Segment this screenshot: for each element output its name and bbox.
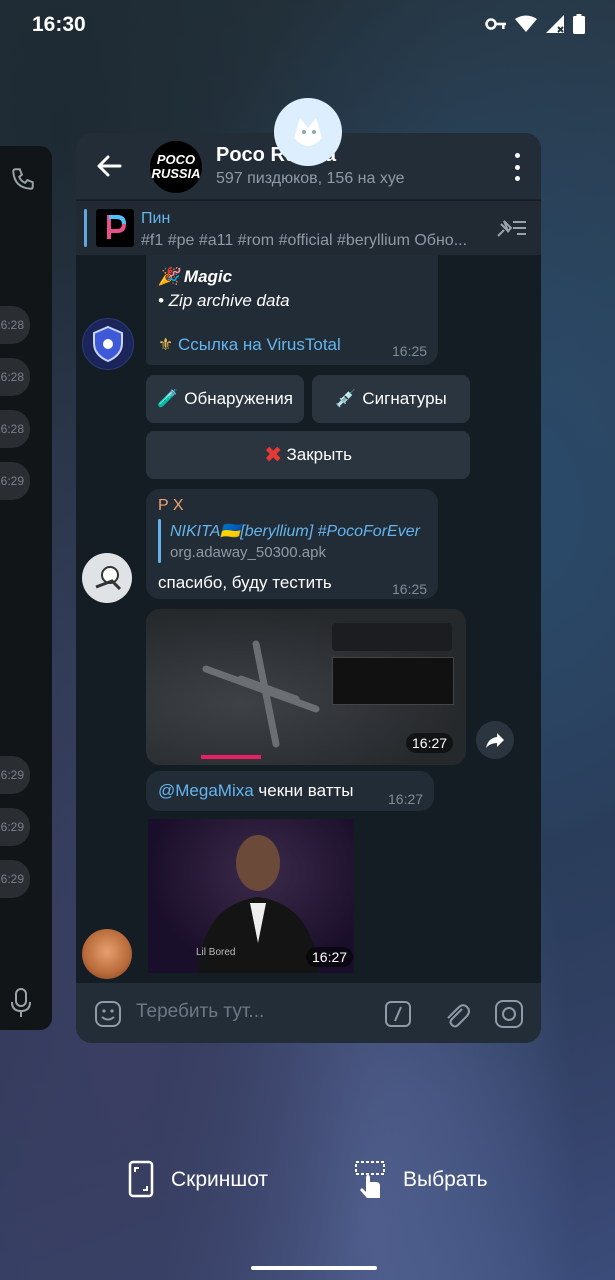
share-arrow-icon — [486, 733, 504, 748]
select-button[interactable]: Выбрать — [403, 1168, 488, 1192]
cross-icon: ✖ — [264, 442, 283, 467]
channel-avatar[interactable]: POCO RUSSIA — [150, 141, 202, 193]
left-time-4: 16:29 — [0, 462, 30, 500]
avatar-line1: POCO — [156, 152, 196, 167]
battery-icon — [573, 14, 585, 34]
video-time: 16:27 — [406, 733, 454, 753]
pin-text: #f1 #pe #a11 #rom #official #beryllium О… — [141, 232, 468, 249]
message-time: 16:27 — [388, 791, 424, 807]
screenshot-icon[interactable] — [128, 1160, 154, 1203]
wifi-icon — [515, 15, 537, 32]
vpn-key-icon — [485, 18, 506, 30]
video-message[interactable]: 16:27 — [146, 609, 466, 765]
status-time: 16:30 — [32, 13, 86, 36]
microphone-icon[interactable] — [10, 988, 32, 1018]
user-avatar[interactable] — [82, 553, 132, 603]
cat-avatar[interactable] — [82, 929, 132, 979]
video-progress — [201, 755, 261, 759]
message-time: 16:25 — [392, 581, 428, 597]
status-icons — [485, 14, 585, 34]
message-time: 16:25 — [392, 343, 428, 359]
mention-link[interactable]: @MegaMixa — [158, 781, 254, 800]
pin-indicator — [84, 209, 87, 247]
signatures-label: Сигнатуры — [362, 389, 447, 408]
close-label: Закрыть — [286, 445, 352, 464]
signal-icon — [546, 15, 564, 33]
gif-watermark: Lil Bored — [196, 947, 236, 958]
quote-author[interactable]: NIKITA🇺🇦[beryllium] #PocoForEver — [170, 521, 420, 541]
test-tube-icon: 🧪 — [157, 389, 179, 408]
virustotal-row[interactable]: ⚜ Ссылка на VirusTotal — [158, 335, 341, 355]
left-time-7: 16:29 — [0, 860, 30, 898]
sticker-icon[interactable] — [94, 1000, 122, 1028]
mention-message[interactable]: @MegaMixa чекни ватты 16:27 — [146, 771, 434, 811]
screenshot-button[interactable]: Скриншот — [171, 1168, 268, 1192]
bot-command-icon[interactable] — [384, 1000, 412, 1028]
left-time-3: 16:28 — [0, 410, 30, 448]
share-button[interactable] — [476, 721, 514, 759]
mention-text: чекни ватты — [253, 781, 354, 800]
party-icon: 🎉 — [158, 267, 180, 286]
reply-message[interactable]: P X NIKITA🇺🇦[beryllium] #PocoForEver org… — [146, 489, 438, 599]
back-arrow-icon[interactable] — [94, 151, 124, 181]
virustotal-link[interactable]: Ссылка на VirusTotal — [178, 335, 341, 354]
message-list[interactable]: 🎉 Magic • Zip archive data ⚜ Ссылка на V… — [76, 255, 541, 983]
mention-row: @MegaMixa чекни ватты — [158, 781, 353, 801]
left-time-1: 16:28 — [0, 306, 30, 344]
home-gesture-bar[interactable] — [251, 1266, 377, 1270]
pin-thumbnail — [96, 209, 134, 247]
detections-button[interactable]: 🧪 Обнаружения — [146, 375, 304, 423]
select-icon[interactable] — [354, 1160, 388, 1205]
magic-text: Magic — [183, 267, 233, 286]
pin-list-icon[interactable] — [495, 217, 527, 239]
zip-text: • Zip archive data — [158, 291, 290, 310]
video-preview-shape — [202, 640, 320, 748]
close-button[interactable]: ✖ Закрыть — [146, 431, 470, 479]
left-time-5: 16:29 — [0, 756, 30, 794]
left-time-6: 16:29 — [0, 808, 30, 846]
syringe-icon: 💉 — [335, 389, 357, 408]
member-count: 597 пиздюков, 156 на хуе — [216, 170, 405, 187]
quote-text: org.adaway_50300.apk — [170, 544, 326, 561]
fleur-icon: ⚜ — [158, 335, 174, 354]
gif-message[interactable]: Lil Bored 16:27 — [148, 819, 354, 973]
pin-label: Пин — [141, 210, 171, 227]
gif-time: 16:27 — [306, 947, 354, 967]
message-text: спасибо, буду тестить — [158, 573, 332, 592]
magic-row: 🎉 Magic — [158, 267, 232, 287]
bot-message[interactable]: 🎉 Magic • Zip archive data ⚜ Ссылка на V… — [146, 255, 438, 365]
message-author[interactable]: P X — [158, 497, 184, 515]
detections-label: Обнаружения — [184, 389, 293, 408]
app-card-telegram[interactable]: POCO RUSSIA Poco Russia 597 пиздюков, 15… — [76, 133, 541, 1043]
phone-icon[interactable] — [10, 166, 36, 192]
camera-icon[interactable] — [494, 999, 524, 1029]
bot-avatar[interactable] — [82, 318, 134, 370]
recents-actions: Скриншот Выбрать — [0, 1156, 615, 1206]
avatar-line2: RUSSIA — [151, 166, 201, 181]
floating-user-avatar[interactable] — [274, 98, 342, 166]
video-overlay-dialog — [332, 657, 454, 705]
message-composer[interactable]: Теребить тут... — [76, 983, 541, 1043]
attach-icon[interactable] — [442, 999, 470, 1029]
message-input[interactable]: Теребить тут... — [136, 1001, 264, 1023]
left-time-2: 16:28 — [0, 358, 30, 396]
video-overlay-panel — [332, 623, 452, 651]
more-menu-icon[interactable] — [509, 153, 525, 181]
left-app-card[interactable]: 16:28 16:28 16:28 16:29 16:29 16:29 16:2… — [0, 146, 52, 1030]
status-bar: 16:30 — [0, 0, 615, 52]
pinned-message-bar[interactable]: Пин #f1 #pe #a11 #rom #official #berylli… — [76, 200, 541, 255]
quote-bar — [158, 519, 161, 563]
signatures-button[interactable]: 💉 Сигнатуры — [312, 375, 470, 423]
